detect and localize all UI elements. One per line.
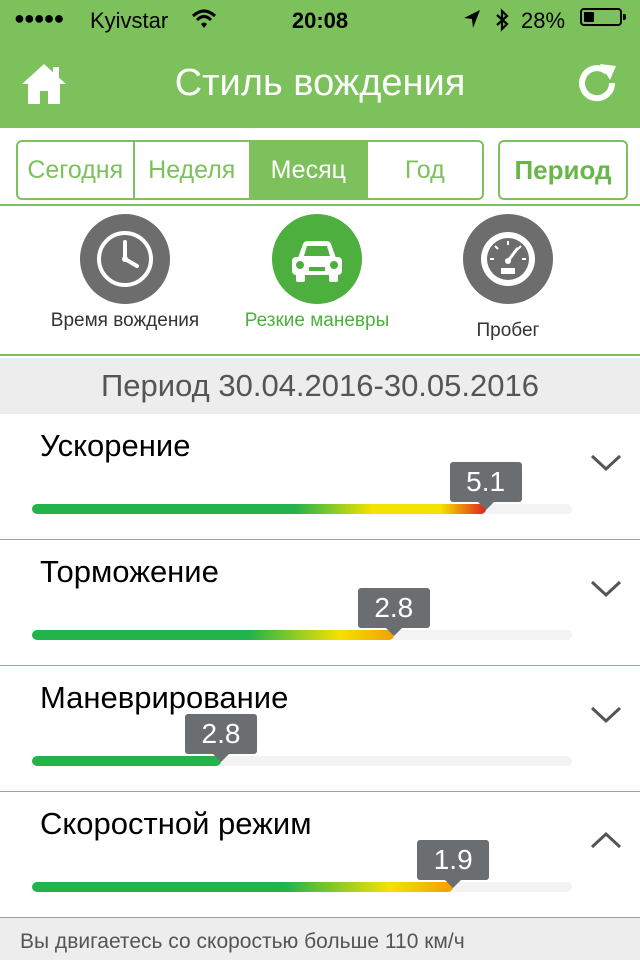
metric-title: Маневрирование	[40, 680, 289, 715]
category-label: Пробег	[476, 320, 540, 341]
metric-row-maneuvering[interactable]: Маневрирование 2.8	[0, 666, 640, 792]
location-arrow-icon	[462, 8, 482, 36]
app-header: ●●●●● Kyivstar 20:08 28% Стиль вождения	[0, 0, 640, 128]
metric-title: Скоростной режим	[40, 806, 312, 841]
speed-mode-description: Вы двигаетесь со скоростью больше 110 км…	[0, 918, 640, 960]
refresh-button[interactable]	[574, 60, 620, 106]
period-tabs-row: Сегодня Неделя Месяц Год Период	[0, 128, 640, 206]
clock-icon	[80, 214, 170, 304]
category-harsh-maneuvers[interactable]: Резкие маневры	[237, 214, 397, 354]
tab-month[interactable]: Месяц	[251, 142, 368, 198]
description-text: Вы двигаетесь со скоростью больше 110 км…	[20, 930, 465, 953]
tab-week[interactable]: Неделя	[135, 142, 251, 198]
category-label: Резкие маневры	[244, 310, 390, 331]
category-selector: Время вождения Резкие маневры Пробег	[0, 206, 640, 356]
metric-value-bubble: 2.8	[185, 714, 257, 762]
metric-title: Торможение	[40, 554, 219, 589]
refresh-icon	[579, 64, 616, 102]
category-mileage[interactable]: Пробег	[428, 214, 588, 354]
category-driving-time[interactable]: Время вождения	[45, 214, 205, 354]
metric-row-speed-mode[interactable]: Скоростной режим 1.9	[0, 792, 640, 918]
metric-bar-fill	[32, 630, 394, 640]
metric-bar-track	[32, 630, 572, 640]
metric-bar-fill	[32, 504, 486, 514]
battery-percent: 28%	[521, 8, 566, 33]
chevron-down-icon[interactable]	[588, 702, 624, 726]
page-title: Стиль вождения	[174, 62, 466, 104]
custom-period-button[interactable]: Период	[498, 140, 628, 200]
tab-year[interactable]: Год	[368, 142, 483, 198]
chevron-down-icon[interactable]	[588, 450, 624, 474]
chevron-down-icon[interactable]	[588, 576, 624, 600]
metric-row-braking[interactable]: Торможение 2.8	[0, 540, 640, 666]
category-label: Время вождения	[50, 310, 200, 331]
metric-row-acceleration[interactable]: Ускорение 5.1	[0, 414, 640, 540]
tab-today[interactable]: Сегодня	[18, 142, 135, 198]
metric-value-bubble: 2.8	[357, 588, 430, 636]
metric-value-bubble: 1.9	[417, 840, 490, 888]
metric-title: Ускорение	[40, 428, 191, 463]
metric-bar-fill	[32, 756, 221, 766]
metric-value-bubble: 5.1	[449, 462, 522, 510]
chevron-up-icon[interactable]	[588, 828, 624, 852]
car-icon	[272, 214, 362, 304]
status-bar: ●●●●● Kyivstar 20:08 28%	[0, 0, 640, 40]
battery-icon	[580, 8, 626, 26]
metric-bar-track	[32, 882, 572, 892]
metric-bar-track	[32, 756, 572, 766]
period-range-label: Период 30.04.2016-30.05.2016	[0, 358, 640, 414]
nav-bar: Стиль вождения	[0, 40, 640, 128]
bluetooth-icon	[494, 8, 510, 38]
period-segmented-control: Сегодня Неделя Месяц Год	[16, 140, 484, 200]
metric-bar-fill	[32, 882, 454, 892]
speedometer-icon	[463, 214, 553, 304]
battery-level	[584, 12, 594, 22]
